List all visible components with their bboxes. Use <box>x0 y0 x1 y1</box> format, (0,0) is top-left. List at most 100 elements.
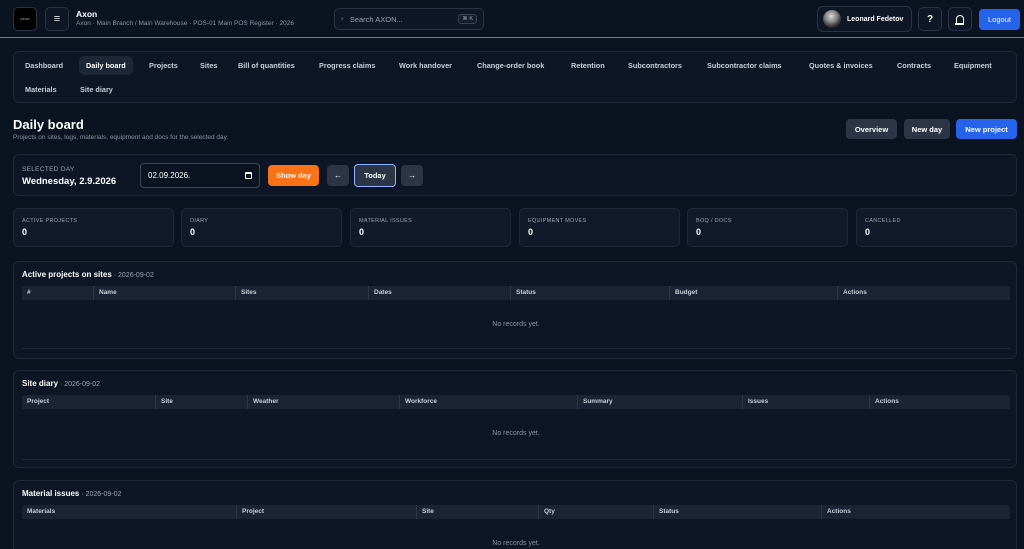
stat-value: 0 <box>696 227 702 237</box>
app-context: Axon · Main Branch / Main Warehouse · PO… <box>76 20 294 27</box>
calendar-icon[interactable] <box>245 172 252 179</box>
nav-item-change-order-book[interactable]: Change-order book <box>477 56 544 75</box>
selected-day-value: Wednesday, 2.9.2026 <box>22 176 117 187</box>
stat-label: BOQ / DOCS <box>696 218 732 224</box>
empty-state: No records yet. <box>492 540 540 547</box>
stat-label: EQUIPMENT MOVES <box>528 218 587 224</box>
menu-button[interactable]: ≡ <box>45 7 69 31</box>
new-day-button[interactable]: New day <box>904 119 950 139</box>
column-header[interactable]: Budget <box>669 286 837 300</box>
column-header[interactable]: Site <box>416 505 538 519</box>
section-heading: Active projects on sites · 2026-09-02 <box>22 270 154 279</box>
section-heading: Material issues · 2026-09-02 <box>22 489 121 498</box>
column-header[interactable]: Status <box>653 505 821 519</box>
active-projects-section: Active projects on sites · 2026-09-02 # … <box>13 261 1017 359</box>
nav-item-contracts[interactable]: Contracts <box>897 56 931 75</box>
logo-text: AXON <box>20 17 30 21</box>
logout-button[interactable]: Logout <box>979 9 1020 30</box>
stat-value: 0 <box>22 227 28 237</box>
nav-item-equipment[interactable]: Equipment <box>954 56 992 75</box>
nav-item-projects[interactable]: Projects <box>149 56 178 75</box>
section-title: Material issues <box>22 489 80 498</box>
new-project-button[interactable]: New project <box>956 119 1017 139</box>
nav-item-dashboard[interactable]: Dashboard <box>25 56 63 75</box>
column-header[interactable]: Project <box>22 395 155 409</box>
stat-boq-docs: BOQ / DOCS 0 <box>687 208 848 247</box>
section-date: · 2026-09-02 <box>111 272 154 279</box>
date-input-value: 02.09.2026. <box>148 171 191 180</box>
column-header[interactable]: Workforce <box>399 395 577 409</box>
empty-state: No records yet. <box>492 321 540 328</box>
column-header[interactable]: Site <box>155 395 247 409</box>
section-heading: Site diary · 2026-09-02 <box>22 379 100 388</box>
table-header: Project Site Weather Workforce Summary I… <box>22 395 1010 409</box>
nav-item-sites[interactable]: Sites <box>200 56 217 75</box>
help-icon: ? <box>926 13 934 25</box>
selected-day-label: SELECTED DAY <box>22 166 75 173</box>
next-day-button[interactable]: → <box>401 165 423 186</box>
section-date: · 2026-09-02 <box>58 381 101 388</box>
column-header[interactable]: Actions <box>869 395 1010 409</box>
help-button[interactable]: ? <box>918 7 942 31</box>
section-date: · 2026-09-02 <box>79 491 122 498</box>
user-menu[interactable]: Leonard Fedetov <box>817 6 912 32</box>
page-subtitle: Projects on sites, logs, materials, equi… <box>13 134 229 141</box>
day-selector-panel: SELECTED DAY Wednesday, 2.9.2026 02.09.2… <box>13 154 1017 196</box>
nav-item-work-handover[interactable]: Work handover <box>399 56 452 75</box>
empty-state: No records yet. <box>492 430 540 437</box>
nav-item-daily-board[interactable]: Daily board <box>79 56 133 75</box>
overview-button[interactable]: Overview <box>846 119 897 139</box>
stat-label: MATERIAL ISSUES <box>359 218 413 224</box>
search-icon: ⌕ <box>341 16 344 22</box>
stat-value: 0 <box>359 227 365 237</box>
user-name: Leonard Fedetov <box>847 15 904 23</box>
column-header[interactable]: Name <box>93 286 235 300</box>
nav-item-quotes-invoices[interactable]: Quotes & invoices <box>809 56 873 75</box>
stat-diary: DIARY 0 <box>181 208 342 247</box>
search-box[interactable]: ⌕ Search AXON... ⌘ K <box>334 8 484 30</box>
column-header[interactable]: Materials <box>22 505 236 519</box>
column-header[interactable]: Project <box>236 505 416 519</box>
column-header[interactable]: Actions <box>821 505 1010 519</box>
avatar <box>823 10 841 28</box>
column-header[interactable]: Sites <box>235 286 368 300</box>
stat-label: ACTIVE PROJECTS <box>22 218 78 224</box>
nav-item-subcontractor-claims[interactable]: Subcontractor claims <box>707 56 782 75</box>
nav-item-progress-claims[interactable]: Progress claims <box>319 56 375 75</box>
column-header[interactable]: # <box>22 286 93 300</box>
app-logo[interactable]: AXON <box>13 7 37 31</box>
material-issues-section: Material issues · 2026-09-02 Materials P… <box>13 480 1017 549</box>
hamburger-icon: ≡ <box>53 13 61 25</box>
section-title: Site diary <box>22 379 59 388</box>
column-header[interactable]: Weather <box>247 395 399 409</box>
stat-label: DIARY <box>190 218 209 224</box>
nav-item-site-diary[interactable]: Site diary <box>80 80 113 99</box>
search-input[interactable]: Search AXON... <box>350 15 458 24</box>
nav-item-retention[interactable]: Retention <box>571 56 605 75</box>
page-title: Daily board <box>13 117 84 132</box>
search-shortcut: ⌘ K <box>458 14 477 24</box>
module-nav: Dashboard Daily board Projects Sites Bil… <box>13 51 1017 103</box>
column-header[interactable]: Status <box>510 286 669 300</box>
stat-cancelled: CANCELLED 0 <box>856 208 1017 247</box>
column-header[interactable]: Issues <box>742 395 869 409</box>
column-header[interactable]: Actions <box>837 286 1010 300</box>
show-day-button[interactable]: Show day <box>268 165 319 186</box>
bell-icon <box>955 15 964 25</box>
nav-item-bill-of-quantities[interactable]: Bill of quantities <box>238 56 295 75</box>
column-header[interactable]: Qty <box>538 505 653 519</box>
notifications-button[interactable] <box>948 7 972 31</box>
stat-value: 0 <box>865 227 871 237</box>
date-input[interactable]: 02.09.2026. <box>140 163 260 188</box>
stat-value: 0 <box>528 227 534 237</box>
today-button[interactable]: Today <box>354 164 396 187</box>
previous-day-button[interactable]: ← <box>327 165 349 186</box>
nav-item-materials[interactable]: Materials <box>25 80 57 99</box>
stat-value: 0 <box>190 227 196 237</box>
nav-item-subcontractors[interactable]: Subcontractors <box>628 56 682 75</box>
column-header[interactable]: Dates <box>368 286 510 300</box>
stat-material-issues: MATERIAL ISSUES 0 <box>350 208 511 247</box>
table-bottom-border <box>22 459 1010 460</box>
column-header[interactable]: Summary <box>577 395 742 409</box>
table-header: # Name Sites Dates Status Budget Actions <box>22 286 1010 300</box>
